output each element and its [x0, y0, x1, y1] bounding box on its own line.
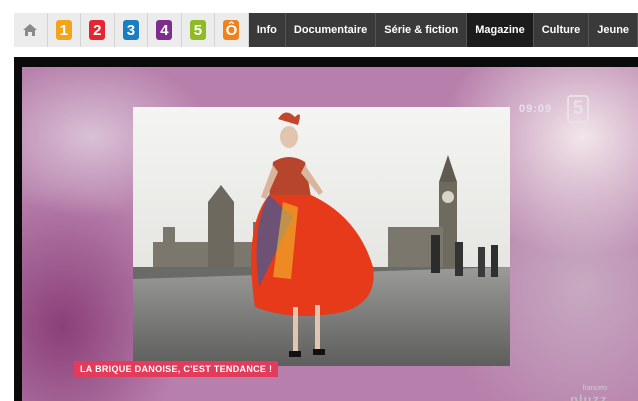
menu-item-magazine[interactable]: Magazine	[467, 13, 534, 47]
channel-watermark: 5	[567, 95, 589, 123]
lower-third-caption: LA BRIQUE DANOISE, C'EST TENDANCE !	[74, 361, 279, 377]
menu-item-info[interactable]: Info	[249, 13, 286, 47]
video-player[interactable]: 09:09 5 LA BRIQUE DANOISE, C'EST TENDANC…	[14, 57, 638, 401]
channel-4-button[interactable]: 4	[148, 13, 182, 47]
channel-nav-bar: 1 2 3 4 5 Ô Info Documentaire Série & fi…	[14, 13, 638, 47]
channel-o-button[interactable]: Ô	[215, 13, 249, 47]
home-icon	[22, 22, 38, 38]
channel-logo: 5	[189, 20, 206, 40]
video-inset-image	[133, 107, 510, 366]
channel-logo: 4	[156, 20, 173, 40]
menu-item-documentaire[interactable]: Documentaire	[286, 13, 377, 47]
channel-3-button[interactable]: 3	[115, 13, 149, 47]
channel-logo: 2	[89, 20, 106, 40]
channel-2-button[interactable]: 2	[81, 13, 115, 47]
menu-item-culture[interactable]: Culture	[534, 13, 590, 47]
channel-logo: Ô	[223, 20, 240, 40]
category-menu: Info Documentaire Série & fiction Magazi…	[248, 13, 638, 47]
brand-small-text: francetv	[582, 385, 608, 392]
home-button[interactable]	[14, 13, 48, 47]
pluzz-logo: francetv pluzz	[570, 385, 608, 401]
broadcast-clock: 09:09	[519, 103, 553, 115]
channel-1-button[interactable]: 1	[48, 13, 82, 47]
video-frame[interactable]: 09:09 5 LA BRIQUE DANOISE, C'EST TENDANC…	[22, 67, 638, 401]
channel-5-button[interactable]: 5	[182, 13, 216, 47]
brand-big-text: pluzz	[570, 392, 608, 401]
menu-item-serie-fiction[interactable]: Série & fiction	[376, 13, 468, 47]
channel-logo: 1	[55, 20, 72, 40]
channel-logo: 3	[122, 20, 139, 40]
menu-item-jeune[interactable]: Jeune	[589, 13, 638, 47]
